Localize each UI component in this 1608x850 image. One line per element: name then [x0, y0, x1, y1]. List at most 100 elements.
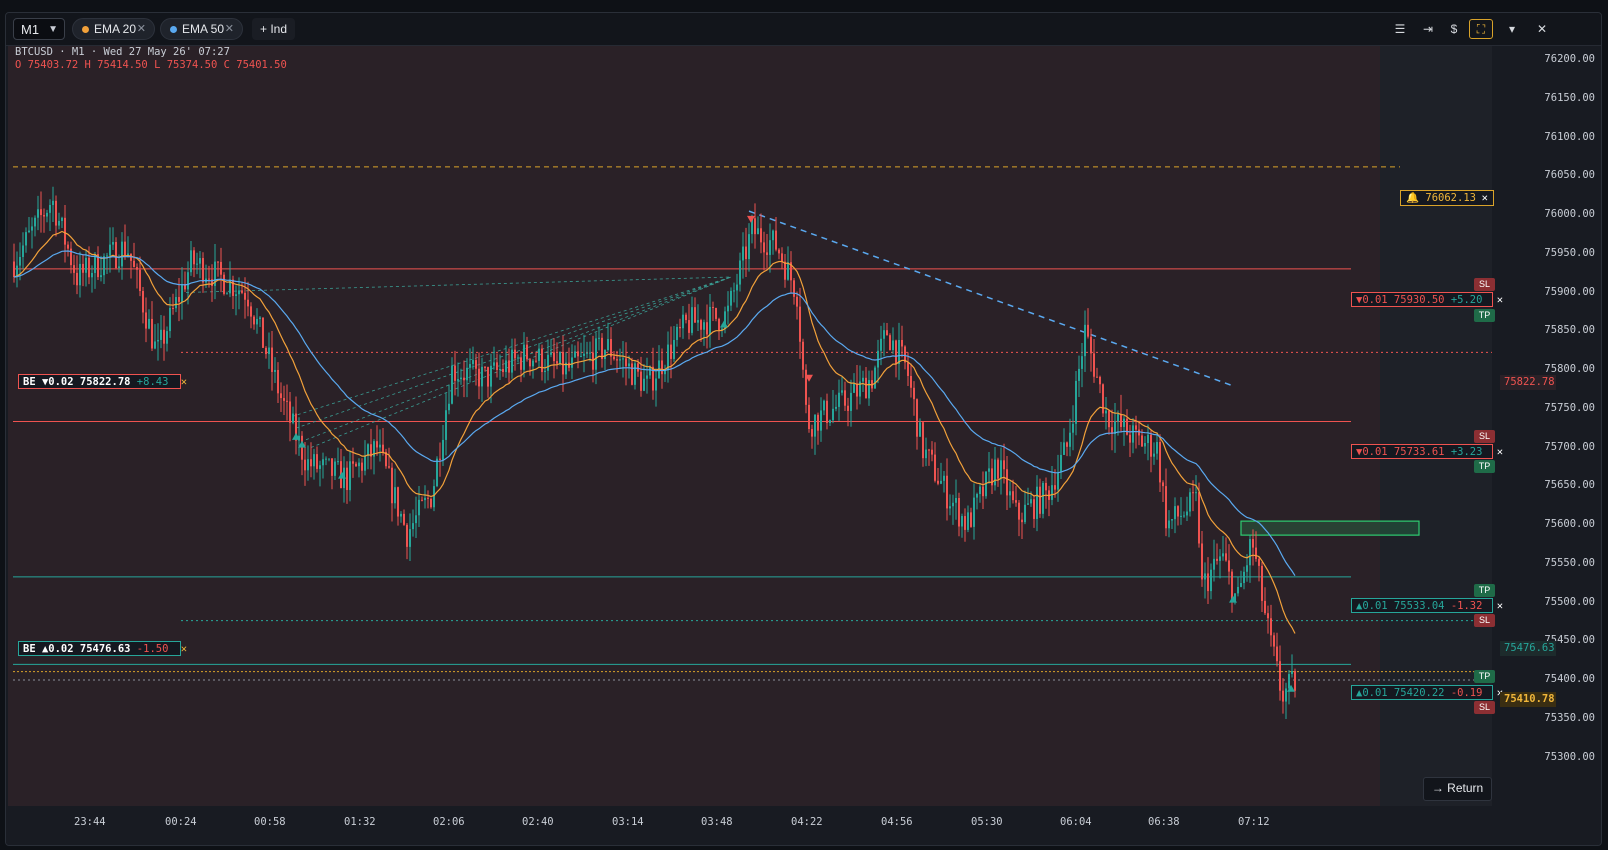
- close-icon[interactable]: ✕: [1497, 294, 1503, 306]
- candle-body: [250, 306, 252, 317]
- list-icon[interactable]: ☰: [1389, 19, 1411, 39]
- candle-body: [481, 366, 483, 387]
- candle-body: [394, 487, 396, 504]
- candle-body: [466, 367, 468, 381]
- candle-body: [1276, 646, 1278, 662]
- candle-body: [364, 455, 366, 471]
- candle-body: [562, 351, 564, 375]
- close-icon[interactable]: ✕: [181, 643, 187, 655]
- position-tag-buy-1[interactable]: ▲0.01 75533.04 -1.32 ✕: [1351, 598, 1503, 613]
- candle-body: [1153, 453, 1155, 457]
- candle-body: [166, 331, 168, 344]
- candle-body: [826, 400, 828, 423]
- candle-body: [412, 523, 414, 530]
- candle-body: [223, 274, 225, 294]
- sl-badge[interactable]: SL: [1474, 278, 1495, 291]
- dropdown-icon[interactable]: ▾: [1501, 19, 1523, 39]
- close-icon[interactable]: ✕: [181, 376, 187, 388]
- sl-badge[interactable]: SL: [1474, 430, 1495, 443]
- time-axis[interactable]: 23:44 00:24 00:58 01:32 02:06 02:40 03:14 03:48…: [6, 806, 1492, 845]
- candle-body: [697, 320, 699, 323]
- candle-body: [496, 362, 498, 371]
- breakeven-info: BE ▼0.02 75822.78: [23, 376, 131, 388]
- remove-indicator-icon[interactable]: ✕: [137, 19, 146, 40]
- candle-body: [1156, 442, 1158, 454]
- candle-body: [634, 363, 636, 385]
- candle-body: [349, 461, 351, 491]
- candle-body: [418, 499, 420, 516]
- sell-marker: [747, 215, 755, 223]
- price-axis[interactable]: 76200.00 76150.00 76100.00 76050.00 76000.00…: [1492, 46, 1601, 845]
- close-icon[interactable]: ✕: [1497, 600, 1503, 612]
- candle-body: [28, 230, 30, 233]
- position-tag-sell-2[interactable]: ▼0.01 75733.61 +3.23 ✕: [1351, 444, 1503, 459]
- candle-body: [232, 279, 234, 296]
- candle-body: [1015, 500, 1017, 503]
- indicator-chip-ema50[interactable]: EMA 50 ✕: [160, 18, 243, 40]
- sl-badge[interactable]: SL: [1474, 701, 1495, 714]
- candle-body: [1033, 499, 1035, 519]
- indicator-label: EMA 20: [94, 22, 137, 36]
- candle-body: [490, 365, 492, 387]
- candle-body: [937, 480, 939, 484]
- candle-body: [955, 498, 957, 503]
- position-tag-sell-1[interactable]: ▼0.01 75930.50 +5.20 ✕: [1351, 292, 1503, 307]
- candle-body: [763, 242, 765, 253]
- price-axis-label: 75500.00: [1544, 595, 1595, 608]
- tp-badge[interactable]: TP: [1474, 584, 1495, 597]
- candle-body: [1009, 491, 1011, 496]
- chart-area[interactable]: 76200.00 76150.00 76100.00 76050.00 76000.00…: [6, 46, 1601, 845]
- candle-body: [388, 466, 390, 468]
- add-indicator-button[interactable]: + Ind: [252, 18, 296, 40]
- remove-indicator-icon[interactable]: ✕: [225, 19, 234, 40]
- candle-body: [220, 261, 222, 275]
- close-icon[interactable]: ✕: [1497, 446, 1503, 458]
- candle-body: [169, 307, 171, 332]
- candle-body: [208, 278, 210, 280]
- indicator-chip-ema20[interactable]: EMA 20 ✕: [72, 18, 155, 40]
- candle-body: [760, 228, 762, 243]
- candle-body: [367, 444, 369, 456]
- position-tag-buy-2[interactable]: ▲0.01 75420.22 -0.19 ✕: [1351, 685, 1503, 700]
- candle-body: [178, 297, 180, 302]
- candle-body: [952, 502, 954, 507]
- candle-body: [325, 458, 327, 460]
- fullscreen-icon[interactable]: ⛶: [1469, 19, 1493, 39]
- position-pnl: +5.20: [1450, 294, 1483, 306]
- candle-body: [748, 234, 750, 260]
- timeframe-select[interactable]: M1 ▼: [13, 18, 65, 40]
- price-icon[interactable]: $: [1443, 19, 1465, 39]
- time-axis-label: 00:24: [165, 816, 197, 828]
- return-button[interactable]: → Return: [1423, 777, 1492, 801]
- scroll-to-end-icon[interactable]: ⇥: [1417, 19, 1439, 39]
- time-axis-label: 02:06: [433, 816, 465, 828]
- price-alert[interactable]: 🔔 76062.13 ✕: [1400, 190, 1494, 206]
- candle-body: [457, 379, 459, 381]
- time-axis-label: 04:22: [791, 816, 823, 828]
- candle-body: [313, 454, 315, 467]
- candle-body: [1093, 353, 1095, 377]
- tp-badge[interactable]: TP: [1474, 670, 1495, 683]
- sl-badge[interactable]: SL: [1474, 614, 1495, 627]
- close-icon[interactable]: ✕: [1482, 191, 1488, 206]
- tp-badge[interactable]: TP: [1474, 460, 1495, 473]
- candle-body: [700, 320, 702, 330]
- breakeven-tag-buy[interactable]: BE ▲0.02 75476.63 -1.50 ✕: [18, 641, 187, 656]
- candle-body: [517, 357, 519, 359]
- candle-body: [91, 272, 93, 278]
- candle-body: [703, 322, 705, 330]
- tp-badge[interactable]: TP: [1474, 309, 1495, 322]
- price-axis-label: 75700.00: [1544, 440, 1595, 453]
- candle-body: [943, 475, 945, 481]
- candle-body: [46, 212, 48, 217]
- breakeven-tag-sell[interactable]: BE ▼0.02 75822.78 +8.43 ✕: [18, 374, 187, 389]
- candle-body: [844, 390, 846, 406]
- close-icon[interactable]: ✕: [1531, 19, 1553, 39]
- candle-body: [862, 377, 864, 382]
- candle-body: [514, 349, 516, 359]
- candle-body: [886, 330, 888, 336]
- candle-body: [217, 261, 219, 263]
- time-axis-label: 00:58: [254, 816, 286, 828]
- breakeven-pnl: +8.43: [136, 376, 169, 388]
- candle-body: [88, 257, 90, 278]
